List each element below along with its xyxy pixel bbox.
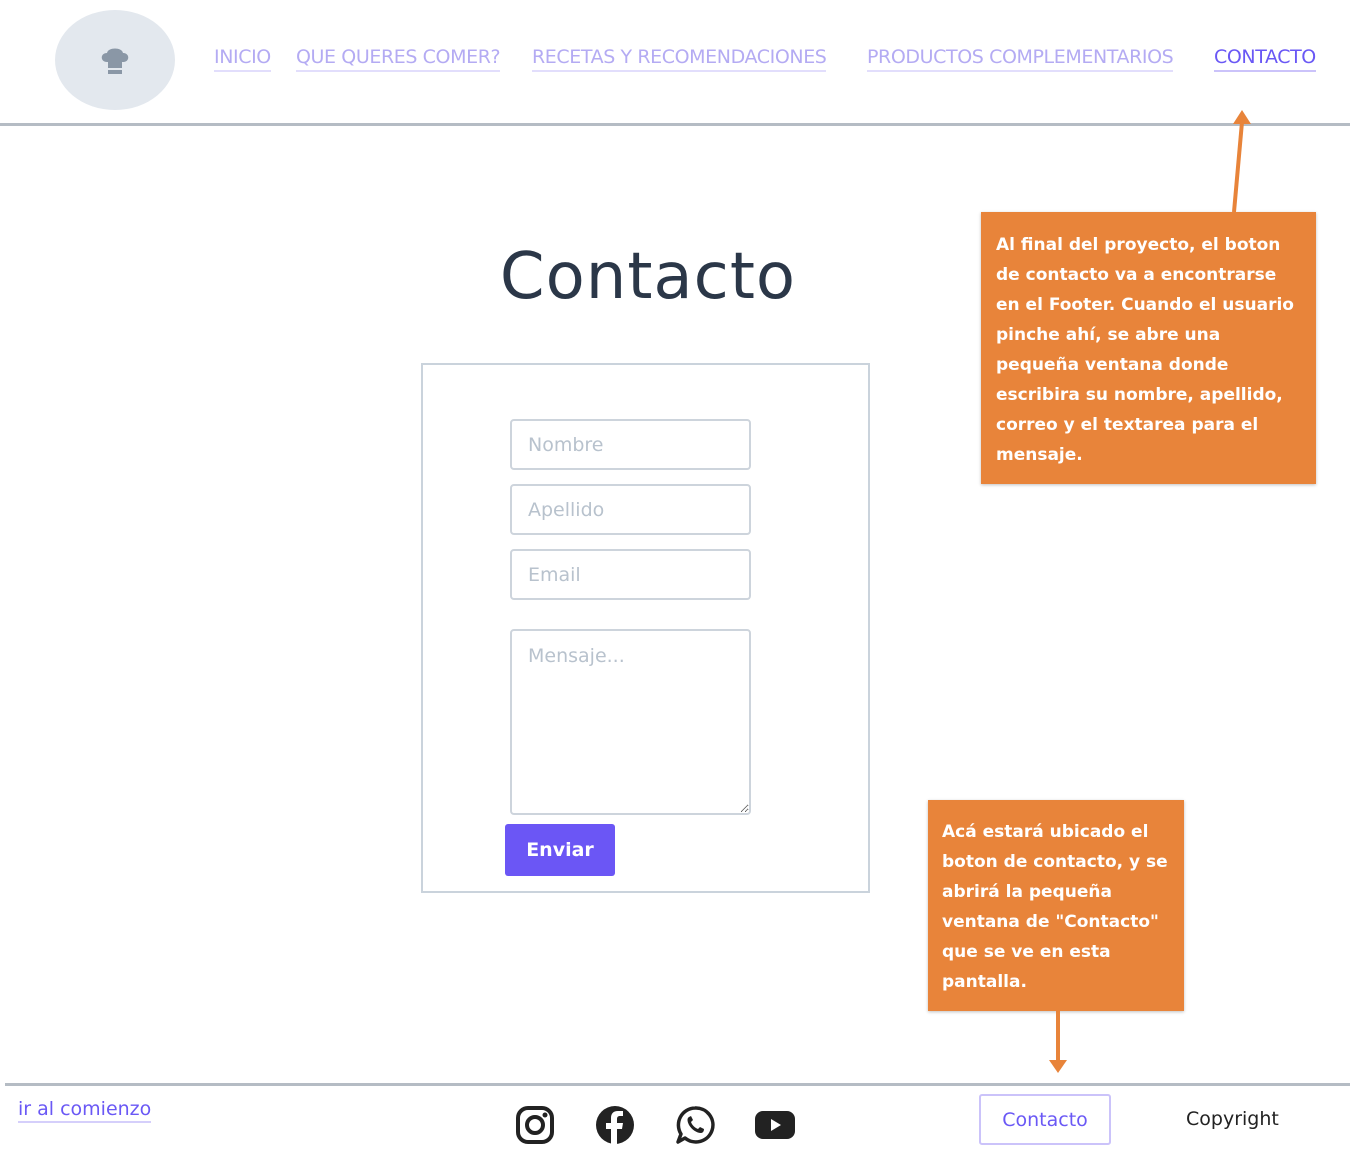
enviar-button[interactable]: Enviar [505,824,615,876]
whatsapp-link[interactable] [674,1104,716,1146]
annotation-note-1: Al final del proyecto, el boton de conta… [981,212,1316,484]
youtube-icon [755,1111,795,1139]
instagram-link[interactable] [514,1104,556,1146]
facebook-link[interactable] [594,1104,636,1146]
email-input[interactable] [510,549,751,600]
nav-productos[interactable]: PRODUCTOS COMPLEMENTARIOS [867,46,1174,72]
nombre-input[interactable] [510,419,751,470]
facebook-icon [596,1106,634,1145]
site-header: INICIO QUE QUERES COMER? RECETAS Y RECOM… [0,0,1350,124]
nav-recetas[interactable]: RECETAS Y RECOMENDACIONES [532,46,827,72]
footer-contact-button[interactable]: Contacto [979,1094,1111,1145]
footer-divider [5,1083,1350,1086]
header-divider [0,123,1350,126]
main-nav: INICIO QUE QUERES COMER? RECETAS Y RECOM… [0,46,1350,78]
arrow-down-icon [1049,1011,1067,1073]
whatsapp-icon [676,1106,715,1144]
annotation-note-2: Acá estará ubicado el boton de contacto,… [928,800,1184,1011]
nav-contacto[interactable]: CONTACTO [1214,46,1316,72]
youtube-link[interactable] [754,1104,796,1146]
apellido-input[interactable] [510,484,751,535]
instagram-icon [516,1106,554,1144]
back-to-top-link[interactable]: ir al comienzo [18,1098,152,1123]
nav-que-queres-comer[interactable]: QUE QUERES COMER? [296,46,501,72]
nav-inicio[interactable]: INICIO [214,46,271,72]
copyright-text: Copyright [1186,1108,1279,1130]
contact-form: Enviar [421,363,870,893]
mensaje-textarea[interactable] [510,629,751,815]
